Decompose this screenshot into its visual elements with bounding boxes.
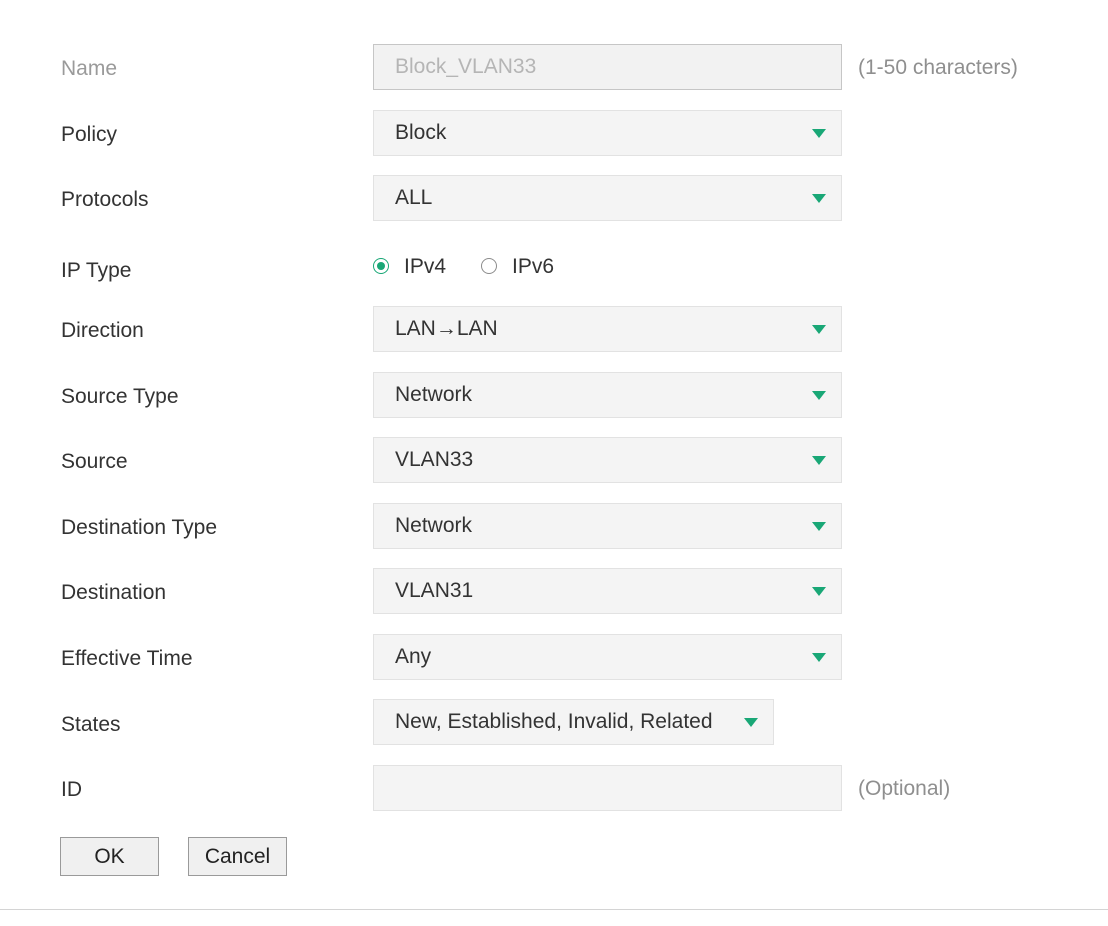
states-multiselect-value: New, Established, Invalid, Related — [395, 710, 713, 733]
name-input: Block_VLAN33 — [373, 44, 842, 90]
effective-time-label: Effective Time — [61, 647, 193, 670]
ip-type-ipv6-label: IPv6 — [512, 255, 555, 278]
ip-type-ipv6-radio[interactable]: IPv6 — [481, 255, 561, 279]
source-label: Source — [61, 450, 128, 473]
destination-label: Destination — [61, 581, 167, 604]
destination-type-label: Destination Type — [61, 516, 218, 539]
protocols-select-value: ALL — [395, 186, 433, 209]
policy-label: Policy — [61, 123, 118, 146]
radio-unchecked-icon — [481, 258, 497, 274]
effective-time-select-value: Any — [395, 645, 432, 668]
source-type-label: Source Type — [61, 385, 179, 408]
policy-select[interactable]: Block — [373, 110, 842, 156]
destination-type-select-value: Network — [395, 514, 473, 537]
destination-select-value: VLAN31 — [395, 579, 474, 602]
source-select[interactable]: VLAN33 — [373, 437, 842, 483]
id-input[interactable] — [373, 765, 842, 811]
destination-type-select[interactable]: Network — [373, 503, 842, 549]
bottom-divider — [0, 909, 1108, 910]
direction-select[interactable]: LAN→LAN — [373, 306, 842, 352]
caret-down-icon — [812, 325, 826, 334]
caret-down-icon — [812, 653, 826, 662]
name-label: Name — [61, 57, 118, 80]
id-hint: (Optional) — [858, 777, 951, 800]
caret-down-icon — [812, 587, 826, 596]
caret-down-icon — [812, 522, 826, 531]
protocols-label: Protocols — [61, 188, 149, 211]
radio-checked-icon — [373, 258, 389, 274]
caret-down-icon — [812, 391, 826, 400]
protocols-select[interactable]: ALL — [373, 175, 842, 221]
cancel-button[interactable]: Cancel — [188, 837, 287, 876]
ip-type-label: IP Type — [61, 259, 132, 282]
caret-down-icon — [744, 718, 758, 727]
destination-select[interactable]: VLAN31 — [373, 568, 842, 614]
caret-down-icon — [812, 456, 826, 465]
direction-select-value: LAN→LAN — [395, 317, 498, 340]
states-label: States — [61, 713, 121, 736]
ok-button[interactable]: OK — [60, 837, 159, 876]
caret-down-icon — [812, 129, 826, 138]
effective-time-select[interactable]: Any — [373, 634, 842, 680]
ip-type-ipv4-radio[interactable]: IPv4 — [373, 255, 453, 279]
name-input-value: Block_VLAN33 — [395, 55, 537, 78]
source-select-value: VLAN33 — [395, 448, 474, 471]
ip-type-ipv4-label: IPv4 — [404, 255, 447, 278]
name-hint: (1-50 characters) — [858, 56, 1018, 79]
caret-down-icon — [812, 194, 826, 203]
id-label: ID — [61, 778, 82, 801]
source-type-select-value: Network — [395, 383, 473, 406]
source-type-select[interactable]: Network — [373, 372, 842, 418]
direction-label: Direction — [61, 319, 144, 342]
policy-select-value: Block — [395, 121, 447, 144]
states-multiselect[interactable]: New, Established, Invalid, Related — [373, 699, 774, 745]
